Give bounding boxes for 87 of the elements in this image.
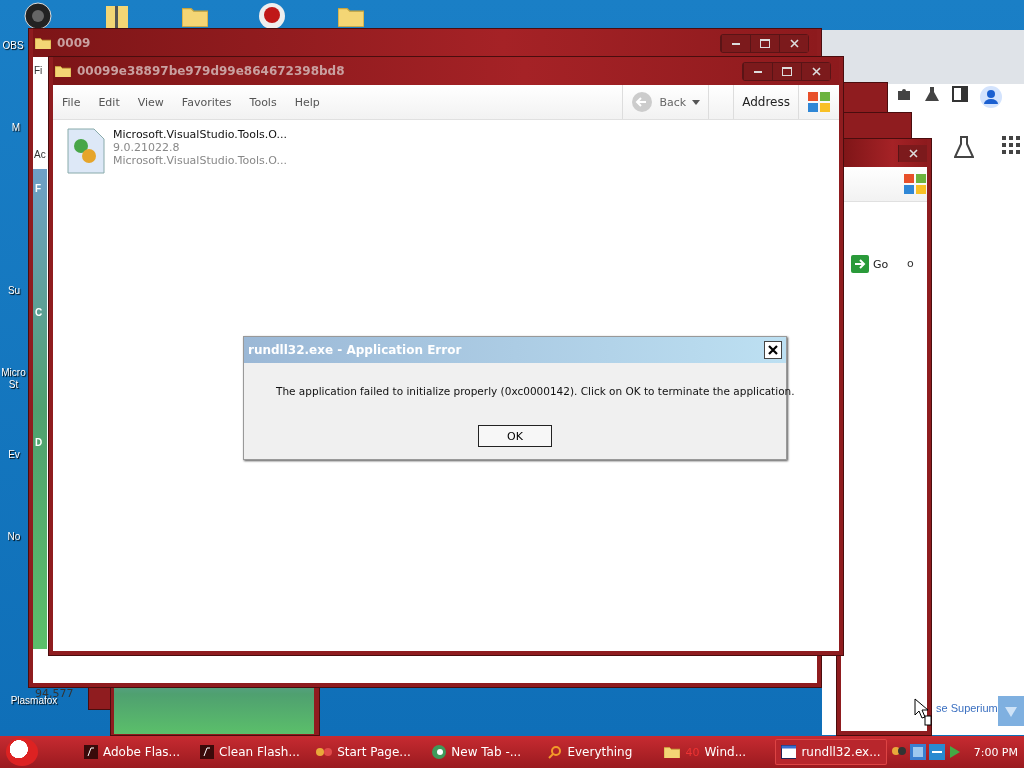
flask-icon[interactable] [924,86,940,102]
desktop-icon-label[interactable]: M [6,122,26,134]
back-button[interactable]: Back [622,85,709,119]
pane-heading: D [35,437,43,448]
count-label: 40 [685,745,700,759]
menu-item[interactable]: Tools [240,95,286,109]
caret-icon [692,99,701,105]
ok-button[interactable]: OK [478,425,552,447]
close-button[interactable] [764,341,782,359]
clock: 7:00 PM [973,745,1018,759]
dialog-title: rundll32.exe - Application Error [248,343,462,357]
task-label: Start Page... [337,745,411,759]
pane-heading: C [35,307,43,318]
task-label: rundll32.ex... [801,745,881,759]
apps-grid-icon[interactable] [1002,136,1020,154]
task-label: Adobe Flas... [103,745,181,759]
windows-logo-icon [807,91,831,113]
taskbar-button[interactable]: rundll32.ex... [774,739,887,765]
minimize-button[interactable] [743,62,772,80]
menu-item[interactable]: Favorites [172,95,241,109]
window-icon [780,745,797,759]
tray-icon[interactable] [890,744,907,758]
glasses-icon [316,746,333,758]
address-label: Ac [34,149,46,160]
search-icon [548,745,563,759]
taskbar-button[interactable]: Everything [542,739,655,765]
close-icon [789,38,799,48]
window-title: 0009 [57,36,92,50]
file-description: Microsoft.VisualStudio.Tools.O... [113,154,288,167]
close-button[interactable] [779,34,808,52]
menu-item[interactable]: View [128,95,173,109]
tray-icon[interactable] [928,744,945,760]
taskbar-button[interactable]: 40 Wind... [658,739,771,765]
windows-logo-icon [903,173,927,195]
task-label: New Tab -... [451,745,522,759]
app-icon[interactable] [24,2,52,30]
close-button[interactable] [898,144,927,162]
arrow-right-icon [851,255,869,273]
desktop-icon-label[interactable]: Micro St [0,367,27,391]
record-icon[interactable] [258,2,286,30]
folder-icon [664,745,681,759]
folder-icon [55,64,71,78]
sidebar-icon[interactable] [952,86,968,102]
taskbar-button[interactable]: Start Page... [310,739,423,765]
maximize-button[interactable] [750,34,779,52]
menu-item[interactable]: Fi [34,65,43,76]
taskbar-button[interactable]: Clean Flash... [194,739,307,765]
address-label: Address [742,95,790,109]
taskbar-button[interactable]: New Tab -... [426,739,539,765]
link[interactable]: se Superium [936,702,998,714]
file-name[interactable]: Microsoft.VisualStudio.Tools.O... [113,128,288,141]
menu-item[interactable]: Edit [89,95,129,109]
flash-icon [200,745,215,759]
globe-icon [432,745,447,759]
window-title: 00099e38897be979d99e864672398bd8 [77,64,346,78]
close-icon [811,66,821,76]
task-label: Everything [567,745,633,759]
flash-icon [84,745,98,759]
close-button[interactable] [801,62,830,80]
pane-heading: F [35,183,42,194]
minimize-button[interactable] [721,34,750,52]
desktop-icon-label[interactable]: Ev [2,449,26,461]
close-icon [908,148,918,158]
file-version: 9.0.21022.8 [113,141,181,154]
taskbar-button[interactable]: Adobe Flas... [78,739,191,765]
error-message: The application failed to initialize properly (0xc0000142). Click on OK to terminate the application. [276,385,795,397]
menu-item[interactable]: Help [285,95,329,109]
close-icon [768,345,778,355]
start-button[interactable] [6,738,38,766]
maximize-icon [760,38,770,48]
maximize-icon [782,66,792,76]
menu-item[interactable]: File [53,95,90,109]
minimize-icon [754,69,762,73]
task-label: Clean Flash... [219,745,300,759]
minimize-icon [732,41,740,45]
desktop-icon-label[interactable]: No [2,531,26,543]
tray-icon[interactable] [909,744,926,760]
maximize-button[interactable] [772,62,801,80]
task-label: Wind... [704,745,747,759]
go-button[interactable]: Go [851,255,889,273]
desktop-icon-label[interactable]: Su [2,285,26,297]
folder-icon [35,36,51,50]
partial-text: o [907,257,914,270]
flask-icon[interactable] [954,136,974,158]
desktop-icon-label[interactable]: OBS [0,40,26,52]
avatar-icon[interactable] [980,86,1002,108]
file-icon[interactable] [67,128,105,174]
